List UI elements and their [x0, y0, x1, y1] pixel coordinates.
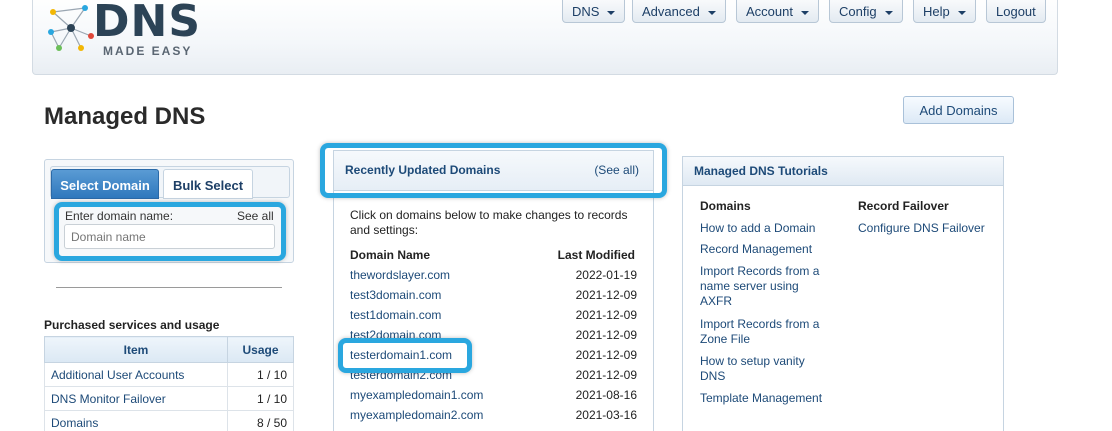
table-row: Domains 8 / 50	[44, 410, 294, 431]
domain-date: 2021-12-09	[575, 328, 637, 342]
services-title: Purchased services and usage	[44, 318, 220, 332]
caret-down-icon	[884, 11, 893, 15]
nav-label: Help	[923, 4, 950, 19]
domain-select-box: Select Domain Bulk Select Enter domain n…	[44, 159, 294, 263]
nav-dns-menu[interactable]: DNS	[562, 0, 626, 23]
table-header-row: Item Usage	[44, 336, 294, 363]
domain-date: 2022-01-19	[575, 268, 637, 282]
caret-down-icon	[957, 11, 966, 15]
tutorials-failover-header: Record Failover	[858, 199, 949, 213]
domain-link[interactable]: test2domain.com	[350, 328, 441, 342]
caret-down-icon	[800, 11, 809, 15]
domain-date: 2021-03-16	[575, 408, 637, 422]
column-header-usage: Usage	[227, 336, 294, 363]
tutorial-link[interactable]: Record Management	[700, 242, 830, 257]
tutorial-link[interactable]: How to add a Domain	[700, 221, 830, 236]
domain-date: 2021-12-09	[575, 308, 637, 322]
tutorial-link[interactable]: Template Management	[700, 391, 830, 406]
domain-link[interactable]: thewordslayer.com	[350, 268, 450, 282]
add-domains-button[interactable]: Add Domains	[903, 96, 1014, 124]
nav-label: Advanced	[642, 4, 700, 19]
list-item: myexampledomain2.com 2021-03-16	[350, 408, 637, 426]
recent-domains-panel: Recently Updated Domains (See all) Click…	[333, 150, 654, 431]
tutorials-title: Managed DNS Tutorials	[694, 164, 828, 178]
table-row: DNS Monitor Failover 1 / 10	[44, 386, 294, 411]
list-item: test2domain.com 2021-12-09	[350, 328, 637, 346]
service-item-link[interactable]: Domains	[44, 410, 228, 431]
column-header-last-modified: Last Modified	[557, 248, 635, 262]
top-header: DNS MADE EASY	[32, 0, 1058, 75]
nav-label: Account	[746, 4, 793, 19]
select-tabs: Select Domain Bulk Select	[50, 166, 290, 199]
tutorial-link[interactable]: Import Records from a name server using …	[700, 264, 830, 309]
tutorial-link[interactable]: How to setup vanity DNS	[700, 354, 830, 384]
recent-panel-header: Recently Updated Domains (See all)	[334, 151, 653, 191]
divider	[56, 287, 282, 288]
column-header-item: Item	[44, 336, 228, 363]
services-table: Item Usage Additional User Accounts 1 / …	[44, 336, 294, 431]
tutorial-link[interactable]: Import Records from a Zone File	[700, 317, 830, 347]
service-usage: 1 / 10	[227, 386, 294, 411]
service-item-link[interactable]: Additional User Accounts	[44, 362, 228, 387]
logo-text: DNS	[93, 0, 202, 47]
domain-link[interactable]: myexampledomain2.com	[350, 408, 483, 422]
nav-label: DNS	[572, 4, 600, 19]
tutorials-panel: Managed DNS Tutorials Domains How to add…	[682, 156, 1004, 431]
domain-link[interactable]: myexampledomain1.com	[350, 388, 483, 402]
domain-link[interactable]: test3domain.com	[350, 288, 441, 302]
logo[interactable]: DNS MADE EASY	[45, 0, 215, 60]
tutorial-link[interactable]: Configure DNS Failover	[858, 221, 988, 236]
domain-link[interactable]: testerdomain1.com	[350, 348, 452, 362]
list-item: test1domain.com 2021-12-09	[350, 308, 637, 326]
list-item: test3domain.com 2021-12-09	[350, 288, 637, 306]
service-item-link[interactable]: DNS Monitor Failover	[44, 386, 228, 411]
table-row: Additional User Accounts 1 / 10	[44, 362, 294, 387]
caret-down-icon	[607, 11, 616, 15]
logo-subtext: MADE EASY	[103, 44, 193, 58]
list-item: myexampledomain1.com 2021-08-16	[350, 388, 637, 406]
recent-panel-title: Recently Updated Domains	[345, 163, 501, 177]
domain-date: 2021-12-09	[575, 348, 637, 362]
list-item: testerdomain1.com 2021-12-09	[350, 348, 637, 366]
tutorials-header: Managed DNS Tutorials	[683, 157, 1003, 186]
domain-input-label: Enter domain name:	[65, 209, 174, 223]
nav-advanced-menu[interactable]: Advanced	[632, 0, 726, 23]
domain-name-input[interactable]	[64, 224, 275, 249]
recent-see-all-link[interactable]: (See all)	[594, 163, 639, 177]
nav-label: Config	[839, 4, 877, 19]
domain-date: 2021-12-09	[575, 368, 637, 382]
tab-bulk-select[interactable]: Bulk Select	[163, 169, 253, 199]
caret-down-icon	[707, 11, 716, 15]
page-title: Managed DNS	[44, 103, 206, 130]
recent-intro-text: Click on domains below to make changes t…	[350, 208, 628, 237]
nav-config-menu[interactable]: Config	[829, 0, 903, 23]
list-item: thewordslayer.com 2022-01-19	[350, 268, 637, 286]
tutorials-domains-header: Domains	[700, 199, 751, 213]
network-logo-icon	[48, 5, 94, 51]
see-all-link[interactable]: See all	[237, 209, 274, 223]
domain-date: 2021-12-09	[575, 288, 637, 302]
list-item: testerdomain2.com 2021-12-09	[350, 368, 637, 386]
service-usage: 1 / 10	[227, 362, 294, 387]
tab-select-domain[interactable]: Select Domain	[51, 169, 159, 199]
logout-button[interactable]: Logout	[986, 0, 1046, 23]
domain-link[interactable]: test1domain.com	[350, 308, 441, 322]
column-header-domain-name: Domain Name	[350, 248, 431, 262]
domain-date: 2021-08-16	[575, 388, 637, 402]
service-usage: 8 / 50	[227, 410, 294, 431]
nav-account-menu[interactable]: Account	[736, 0, 819, 23]
domain-link[interactable]: testerdomain2.com	[350, 368, 452, 382]
nav-help-menu[interactable]: Help	[913, 0, 976, 23]
